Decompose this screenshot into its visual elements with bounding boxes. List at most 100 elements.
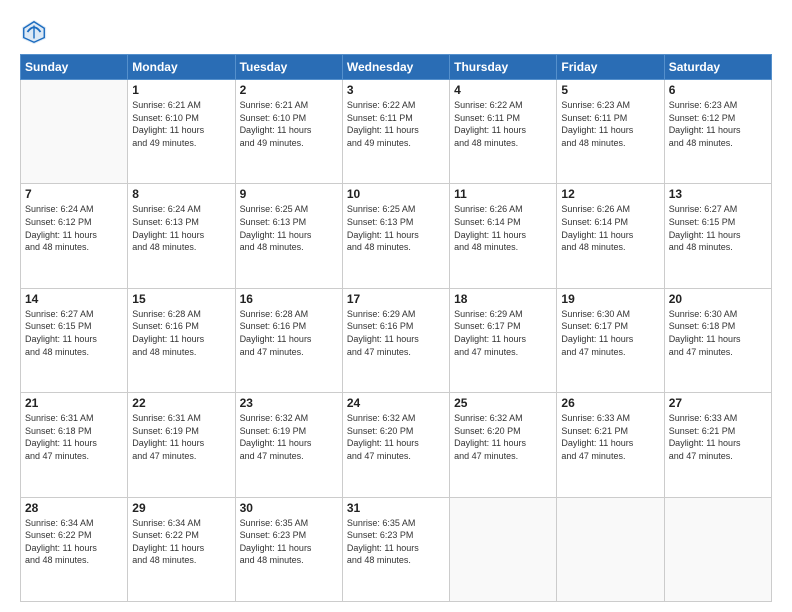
day-number: 5 xyxy=(561,83,659,97)
day-number: 7 xyxy=(25,187,123,201)
calendar-cell: 20 Sunrise: 6:30 AM Sunset: 6:18 PM Dayli… xyxy=(664,288,771,392)
day-info: Sunrise: 6:21 AM Sunset: 6:10 PM Dayligh… xyxy=(132,99,230,149)
day-number: 16 xyxy=(240,292,338,306)
calendar-week-row: 14Sunrise: 6:27 AM Sunset: 6:15 PM Dayli… xyxy=(21,288,772,392)
calendar-cell: 12Sunrise: 6:26 AM Sunset: 6:14 PM Dayli… xyxy=(557,184,664,288)
calendar-cell: 5 Sunrise: 6:23 AM Sunset: 6:11 PM Daylig… xyxy=(557,80,664,184)
calendar-cell: 28Sunrise: 6:34 AM Sunset: 6:22 PM Dayli… xyxy=(21,497,128,601)
day-number: 24 xyxy=(347,396,445,410)
calendar-cell: 27Sunrise: 6:33 AM Sunset: 6:21 PM Dayli… xyxy=(664,393,771,497)
day-info: Sunrise: 6:33 AM Sunset: 6:21 PM Dayligh… xyxy=(561,412,659,462)
calendar-cell: 1 Sunrise: 6:21 AM Sunset: 6:10 PM Daylig… xyxy=(128,80,235,184)
calendar-cell: 18 Sunrise: 6:29 AM Sunset: 6:17 PM Dayli… xyxy=(450,288,557,392)
weekday-header: Wednesday xyxy=(342,55,449,80)
day-info: Sunrise: 6:24 AM Sunset: 6:13 PM Dayligh… xyxy=(132,203,230,253)
calendar-cell: 26 Sunrise: 6:33 AM Sunset: 6:21 PM Dayli… xyxy=(557,393,664,497)
day-number: 15 xyxy=(132,292,230,306)
day-number: 19 xyxy=(561,292,659,306)
calendar-week-row: 28 Sunrise: 6:34 AM Sunset: 6:22 PM Dayli… xyxy=(21,497,772,601)
calendar-cell: 9 Sunrise: 6:25 AM Sunset: 6:13 PM Daylig… xyxy=(235,184,342,288)
calendar-cell: 2 Sunrise: 6:21 AM Sunset: 6:10 PM Daylig… xyxy=(235,80,342,184)
day-number: 27 xyxy=(669,396,767,410)
day-number: 31 xyxy=(347,501,445,515)
day-info: Sunrise: 6:27 AM Sunset: 6:15 PM Dayligh… xyxy=(669,203,767,253)
header xyxy=(20,18,772,46)
day-info: Sunrise: 6:28 AM Sunset: 6:16 PM Dayligh… xyxy=(240,308,338,358)
day-info: Sunrise: 6:27 AM Sunset: 6:15 PM Dayligh… xyxy=(25,308,123,358)
day-number: 26 xyxy=(561,396,659,410)
calendar-cell: 17 Sunrise: 6:29 AM Sunset: 6:16 PM Dayli… xyxy=(342,288,449,392)
calendar-cell: 3Sunrise: 6:22 AM Sunset: 6:11 PM Daylig… xyxy=(342,80,449,184)
calendar-cell: 7 Sunrise: 6:24 AM Sunset: 6:12 PM Daylig… xyxy=(21,184,128,288)
day-number: 8 xyxy=(132,187,230,201)
day-info: Sunrise: 6:32 AM Sunset: 6:20 PM Dayligh… xyxy=(347,412,445,462)
calendar-cell xyxy=(664,497,771,601)
calendar-cell: 21Sunrise: 6:31 AM Sunset: 6:18 PM Dayli… xyxy=(21,393,128,497)
calendar-cell: 4 Sunrise: 6:22 AM Sunset: 6:11 PM Daylig… xyxy=(450,80,557,184)
day-info: Sunrise: 6:23 AM Sunset: 6:11 PM Dayligh… xyxy=(561,99,659,149)
day-info: Sunrise: 6:25 AM Sunset: 6:13 PM Dayligh… xyxy=(240,203,338,253)
day-number: 18 xyxy=(454,292,552,306)
day-number: 13 xyxy=(669,187,767,201)
day-number: 30 xyxy=(240,501,338,515)
day-number: 1 xyxy=(132,83,230,97)
day-info: Sunrise: 6:30 AM Sunset: 6:17 PM Dayligh… xyxy=(561,308,659,358)
day-number: 10 xyxy=(347,187,445,201)
day-number: 29 xyxy=(132,501,230,515)
logo xyxy=(20,18,52,46)
calendar-week-row: 7 Sunrise: 6:24 AM Sunset: 6:12 PM Daylig… xyxy=(21,184,772,288)
day-info: Sunrise: 6:22 AM Sunset: 6:11 PM Dayligh… xyxy=(454,99,552,149)
day-info: Sunrise: 6:23 AM Sunset: 6:12 PM Dayligh… xyxy=(669,99,767,149)
day-number: 9 xyxy=(240,187,338,201)
calendar-cell xyxy=(21,80,128,184)
calendar-cell: 14Sunrise: 6:27 AM Sunset: 6:15 PM Dayli… xyxy=(21,288,128,392)
day-number: 23 xyxy=(240,396,338,410)
day-info: Sunrise: 6:29 AM Sunset: 6:17 PM Dayligh… xyxy=(454,308,552,358)
day-number: 21 xyxy=(25,396,123,410)
day-number: 12 xyxy=(561,187,659,201)
day-number: 20 xyxy=(669,292,767,306)
calendar-cell: 29 Sunrise: 6:34 AM Sunset: 6:22 PM Dayli… xyxy=(128,497,235,601)
day-number: 4 xyxy=(454,83,552,97)
calendar-cell: 31Sunrise: 6:35 AM Sunset: 6:23 PM Dayli… xyxy=(342,497,449,601)
day-number: 17 xyxy=(347,292,445,306)
day-info: Sunrise: 6:29 AM Sunset: 6:16 PM Dayligh… xyxy=(347,308,445,358)
day-info: Sunrise: 6:35 AM Sunset: 6:23 PM Dayligh… xyxy=(240,517,338,567)
day-info: Sunrise: 6:32 AM Sunset: 6:19 PM Dayligh… xyxy=(240,412,338,462)
day-info: Sunrise: 6:28 AM Sunset: 6:16 PM Dayligh… xyxy=(132,308,230,358)
day-number: 11 xyxy=(454,187,552,201)
calendar-cell: 8 Sunrise: 6:24 AM Sunset: 6:13 PM Daylig… xyxy=(128,184,235,288)
calendar-cell: 25 Sunrise: 6:32 AM Sunset: 6:20 PM Dayli… xyxy=(450,393,557,497)
day-number: 28 xyxy=(25,501,123,515)
weekday-header: Friday xyxy=(557,55,664,80)
day-info: Sunrise: 6:30 AM Sunset: 6:18 PM Dayligh… xyxy=(669,308,767,358)
day-number: 25 xyxy=(454,396,552,410)
calendar-cell: 6Sunrise: 6:23 AM Sunset: 6:12 PM Daylig… xyxy=(664,80,771,184)
weekday-header: Saturday xyxy=(664,55,771,80)
calendar-page: SundayMondayTuesdayWednesdayThursdayFrid… xyxy=(0,0,792,612)
calendar-cell: 23 Sunrise: 6:32 AM Sunset: 6:19 PM Dayli… xyxy=(235,393,342,497)
calendar-cell xyxy=(450,497,557,601)
day-number: 22 xyxy=(132,396,230,410)
day-info: Sunrise: 6:26 AM Sunset: 6:14 PM Dayligh… xyxy=(454,203,552,253)
calendar-cell: 19 Sunrise: 6:30 AM Sunset: 6:17 PM Dayli… xyxy=(557,288,664,392)
calendar-cell: 13 Sunrise: 6:27 AM Sunset: 6:15 PM Dayli… xyxy=(664,184,771,288)
day-info: Sunrise: 6:31 AM Sunset: 6:19 PM Dayligh… xyxy=(132,412,230,462)
weekday-header: Sunday xyxy=(21,55,128,80)
day-number: 3 xyxy=(347,83,445,97)
calendar-cell: 15 Sunrise: 6:28 AM Sunset: 6:16 PM Dayli… xyxy=(128,288,235,392)
day-info: Sunrise: 6:34 AM Sunset: 6:22 PM Dayligh… xyxy=(132,517,230,567)
day-info: Sunrise: 6:32 AM Sunset: 6:20 PM Dayligh… xyxy=(454,412,552,462)
logo-icon xyxy=(20,18,48,46)
day-info: Sunrise: 6:25 AM Sunset: 6:13 PM Dayligh… xyxy=(347,203,445,253)
calendar-cell: 10 Sunrise: 6:25 AM Sunset: 6:13 PM Dayli… xyxy=(342,184,449,288)
day-info: Sunrise: 6:24 AM Sunset: 6:12 PM Dayligh… xyxy=(25,203,123,253)
calendar-table: SundayMondayTuesdayWednesdayThursdayFrid… xyxy=(20,54,772,602)
day-info: Sunrise: 6:21 AM Sunset: 6:10 PM Dayligh… xyxy=(240,99,338,149)
day-number: 2 xyxy=(240,83,338,97)
calendar-week-row: 21Sunrise: 6:31 AM Sunset: 6:18 PM Dayli… xyxy=(21,393,772,497)
calendar-cell: 22 Sunrise: 6:31 AM Sunset: 6:19 PM Dayli… xyxy=(128,393,235,497)
weekday-header: Monday xyxy=(128,55,235,80)
calendar-week-row: 1 Sunrise: 6:21 AM Sunset: 6:10 PM Daylig… xyxy=(21,80,772,184)
calendar-cell xyxy=(557,497,664,601)
